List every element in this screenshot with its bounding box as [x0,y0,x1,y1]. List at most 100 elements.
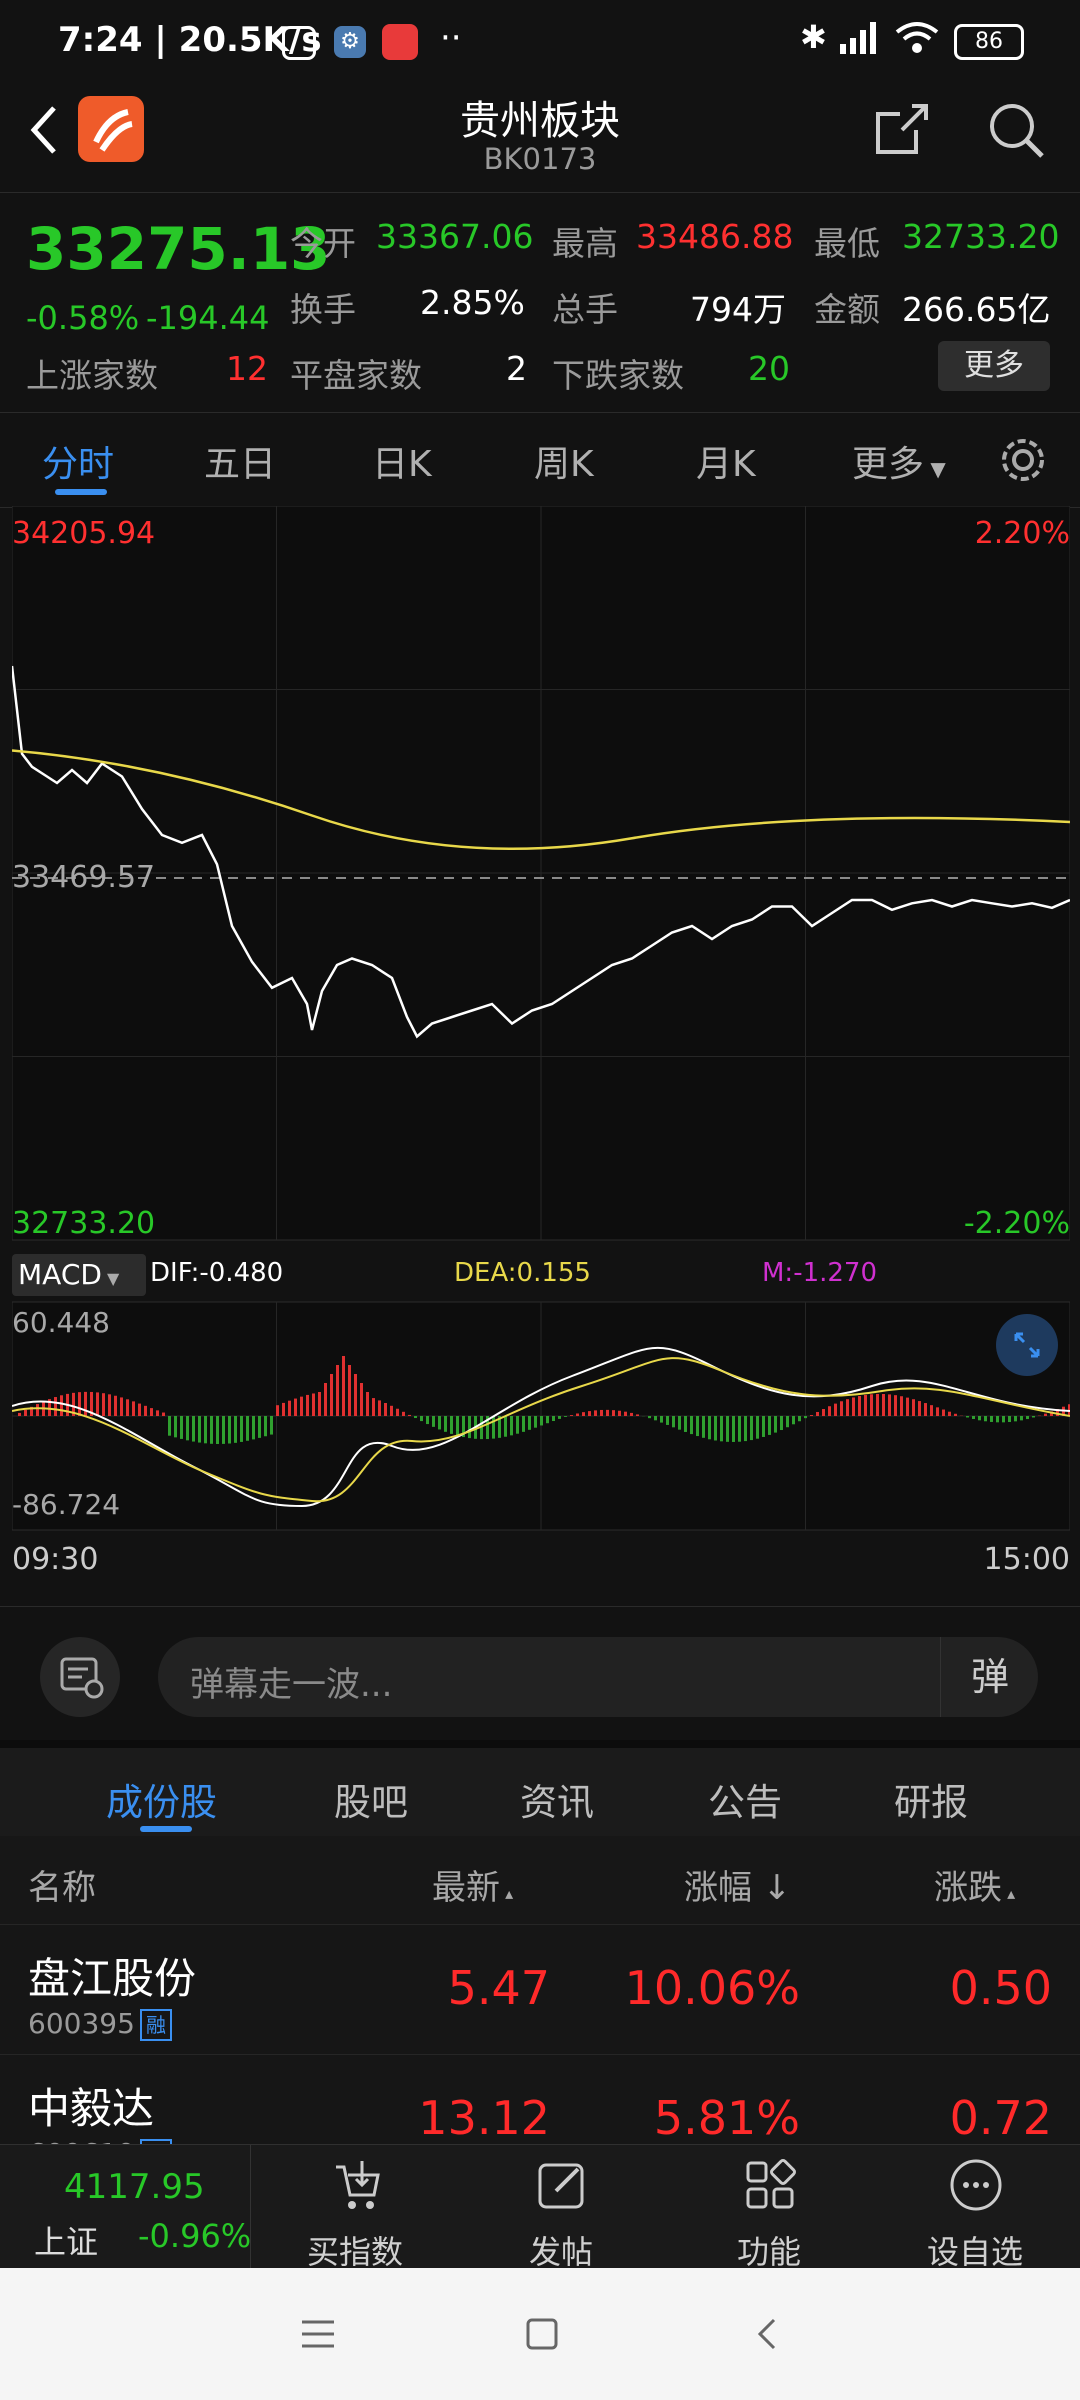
more-notifications-icon: ·· [440,18,462,58]
chart-period-tabs: 分时 五日 日K 周K 月K 更多 ▼ [0,412,1080,508]
signal-icon [838,20,882,56]
stock-change: 0.72 [949,2091,1052,2145]
tab-research[interactable]: 研报 [894,1772,968,1826]
low-value: 32733.20 [902,217,1060,256]
macd-bar [270,1416,273,1435]
stock-change-percent: 10.06% [624,1961,800,2015]
macd-bar [570,1415,573,1416]
macd-bar [624,1411,627,1416]
macd-bar [738,1416,741,1442]
time-end: 15:00 [983,1542,1070,1577]
macd-bar [774,1416,777,1433]
macd-bar [996,1416,999,1423]
macd-bottom-value: -86.724 [12,1488,121,1521]
macd-bar [36,1404,39,1416]
danmu-list-icon[interactable] [40,1637,120,1717]
macd-bar [18,1412,21,1416]
header-change-percent-label: 涨幅 [684,1868,752,1908]
macd-bar [840,1401,843,1416]
add-watchlist-label: 设自选 [926,2233,1023,2271]
macd-bar [156,1410,159,1416]
grid-icon [742,2157,798,2213]
tab-intraday[interactable]: 分时 [42,435,114,487]
macd-bar [534,1416,537,1428]
macd-bar [942,1409,945,1416]
macd-bar [972,1416,975,1420]
macd-bar [1020,1416,1023,1421]
header-latest[interactable]: 最新 ▴ [432,1860,513,1909]
macd-bar [258,1416,261,1438]
functions-button[interactable]: 功能 [684,2145,854,2271]
fullscreen-icon[interactable] [996,1314,1058,1376]
search-icon[interactable] [984,98,1048,162]
tab-forum[interactable]: 股吧 [334,1772,408,1826]
tab-five-day[interactable]: 五日 [204,435,276,487]
settings-app-icon: ⚙ [334,26,366,58]
tab-weekly-k[interactable]: 周K [534,435,594,487]
more-quote-button[interactable]: 更多 [938,341,1050,391]
macd-bar [246,1416,249,1441]
macd-bar [306,1394,309,1416]
macd-bar [282,1402,285,1416]
macd-bar [324,1383,327,1416]
tab-news[interactable]: 资讯 [520,1772,594,1826]
macd-bar [546,1416,549,1424]
menu-icon[interactable] [298,2314,338,2354]
macd-bar [1044,1413,1047,1416]
header-change[interactable]: 涨跌 ▴ [934,1860,1015,1909]
macd-bar [834,1403,837,1416]
macd-bar [600,1409,603,1416]
macd-bar [102,1393,105,1416]
table-row[interactable]: 盘江股份 600395 融 5.47 10.06% 0.50 [0,1924,1080,2055]
add-watchlist-button[interactable]: 设自选 [890,2145,1060,2271]
macd-selector[interactable]: MACD ▼ [12,1254,146,1296]
home-icon[interactable] [522,2314,562,2354]
macd-bar [444,1416,447,1432]
chart-top-price: 34205.94 [12,516,156,551]
macd-bar [714,1416,717,1441]
post-button[interactable]: 发帖 [476,2145,646,2271]
macd-bar [702,1416,705,1438]
macd-bar [138,1403,141,1416]
margin-badge: 融 [140,2009,172,2041]
index-ticker[interactable]: 4117.95 上证 -0.96% [0,2145,251,2269]
intraday-chart[interactable]: 34205.94 2.20% 33469.57 32733.20 -2.20% … [10,505,1071,1606]
status-time: 7:24 [58,20,143,60]
tab-more[interactable]: 更多 ▼ [852,435,946,487]
macd-bar [420,1416,423,1422]
macd-bar [216,1416,219,1444]
macd-bar [192,1416,195,1442]
macd-dea: DEA:0.155 [454,1258,591,1288]
turnover-value: 2.85% [420,283,525,322]
macd-bar [978,1416,981,1421]
stock-name: 中毅达 [28,2084,155,2133]
macd-bar [378,1400,381,1416]
macd-bar [222,1416,225,1444]
tab-announcements[interactable]: 公告 [708,1772,782,1826]
macd-bar [126,1399,129,1416]
sort-icon: ▴ [500,1884,514,1903]
buy-index-button[interactable]: 买指数 [270,2145,440,2271]
back-nav-icon[interactable] [748,2314,788,2354]
macd-bar [882,1393,885,1416]
macd-bar [930,1405,933,1416]
macd-bar [552,1416,555,1422]
dropdown-arrow-icon: ▼ [924,457,946,481]
macd-bar [708,1416,711,1440]
macd-bar [450,1416,453,1434]
tab-constituents[interactable]: 成份股 [106,1772,217,1826]
share-icon[interactable] [872,100,932,160]
macd-bar [414,1416,417,1419]
chart-settings-icon[interactable] [998,435,1048,485]
macd-bar [732,1416,735,1442]
tab-monthly-k[interactable]: 月K [696,435,756,487]
macd-bar [318,1392,321,1416]
danmu-toggle-icon[interactable]: 弹 [940,1637,1039,1717]
tab-daily-k[interactable]: 日K [372,435,432,487]
macd-bar [810,1415,813,1416]
table-row[interactable]: 中毅达 600610 融 13.12 5.81% 0.72 [0,2054,1080,2145]
buy-index-label: 买指数 [306,2233,403,2271]
macd-dropdown-icon: ▼ [101,1269,120,1288]
macd-bar [918,1401,921,1416]
header-change-percent[interactable]: 涨幅 ↓ [684,1860,791,1909]
